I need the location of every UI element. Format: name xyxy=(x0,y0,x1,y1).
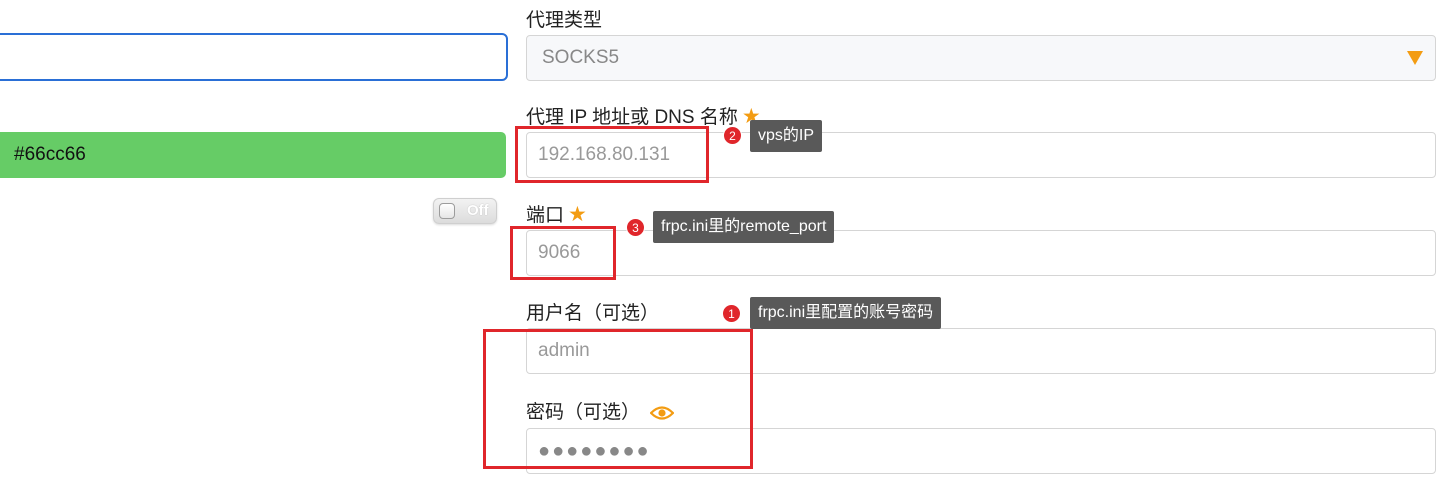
port-label-text: 端口 xyxy=(526,205,565,226)
toggle-switch[interactable]: Off xyxy=(433,198,497,224)
annotation-tooltip: vps的IP xyxy=(750,120,823,152)
highlight-box-host xyxy=(515,126,709,183)
proxy-type-select[interactable]: SOCKS5 xyxy=(526,35,1436,81)
triangle-down-icon[interactable] xyxy=(1407,51,1423,65)
proxy-type-value: SOCKS5 xyxy=(542,47,620,68)
annotation-tooltip: frpc.ini里配置的账号密码 xyxy=(750,297,942,329)
proxy-host-label-text: 代理 IP 地址或 DNS 名称 xyxy=(526,107,738,128)
highlight-box-port xyxy=(510,226,616,280)
annotation-badge: 2 xyxy=(723,126,742,145)
proxy-type-label: 代理类型 xyxy=(526,10,603,31)
annotation-badge: 3 xyxy=(626,218,645,237)
annotation-badge: 1 xyxy=(722,304,741,323)
star-icon: ★ xyxy=(568,203,587,226)
proxy-host-label: 代理 IP 地址或 DNS 名称 ★ xyxy=(526,102,761,129)
color-field[interactable]: #66cc66 xyxy=(0,132,506,178)
port-label: 端口 ★ xyxy=(526,200,587,227)
name-input[interactable] xyxy=(0,33,508,81)
highlight-box-credentials xyxy=(483,329,753,469)
username-label: 用户名（可选） xyxy=(526,303,660,324)
toggle-knob xyxy=(439,203,455,219)
toggle-label: Off xyxy=(467,202,489,219)
annotation-tooltip: frpc.ini里的remote_port xyxy=(653,211,835,243)
